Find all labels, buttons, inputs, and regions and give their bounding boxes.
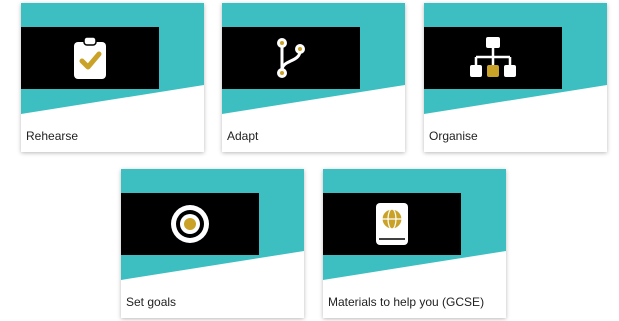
globe-book-icon xyxy=(375,202,409,246)
icon-panel xyxy=(21,27,159,89)
card-organise[interactable]: Organise xyxy=(424,3,607,152)
icon-panel xyxy=(323,193,461,255)
card-label: Set goals xyxy=(126,295,177,309)
card-materials-gcse[interactable]: Materials to help you (GCSE) xyxy=(323,169,506,318)
card-adapt[interactable]: Adapt xyxy=(222,3,405,152)
card-label: Adapt xyxy=(227,129,259,143)
target-icon xyxy=(169,203,211,245)
card-set-goals[interactable]: Set goals xyxy=(121,169,304,318)
card-label: Organise xyxy=(429,129,478,143)
icon-panel xyxy=(121,193,259,255)
clipboard-check-icon xyxy=(73,36,107,80)
icon-panel xyxy=(222,27,360,89)
icon-panel xyxy=(424,27,562,89)
git-branch-icon xyxy=(274,36,308,80)
card-label: Materials to help you (GCSE) xyxy=(328,295,485,309)
card-rehearse[interactable]: Rehearse xyxy=(21,3,204,152)
sitemap-icon xyxy=(470,35,516,81)
card-label: Rehearse xyxy=(26,129,79,143)
